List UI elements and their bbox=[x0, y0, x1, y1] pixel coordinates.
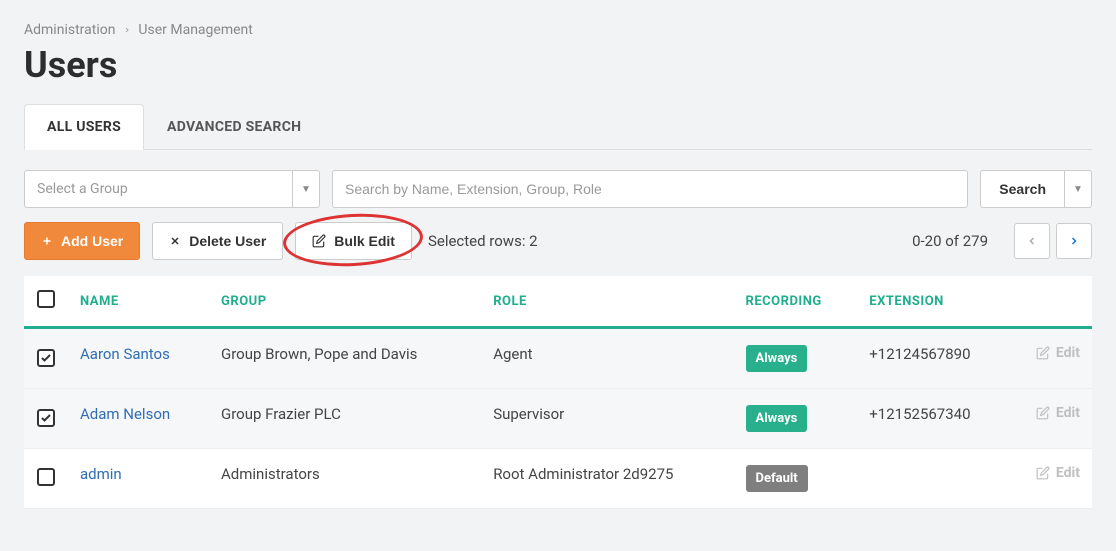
delete-user-label: Delete User bbox=[189, 233, 266, 249]
plus-icon bbox=[41, 235, 53, 247]
tab-all-users[interactable]: ALL USERS bbox=[24, 104, 144, 150]
user-role: Supervisor bbox=[481, 389, 733, 449]
user-group: Administrators bbox=[209, 449, 481, 509]
search-button[interactable]: Search bbox=[980, 170, 1064, 208]
add-user-button[interactable]: Add User bbox=[24, 222, 140, 260]
col-extension[interactable]: EXTENSION bbox=[857, 276, 1012, 328]
bulk-edit-label: Bulk Edit bbox=[334, 233, 395, 249]
edit-icon bbox=[1036, 466, 1050, 480]
search-dropdown-caret[interactable]: ▼ bbox=[1064, 170, 1092, 208]
tabs: ALL USERS ADVANCED SEARCH bbox=[24, 104, 1092, 150]
select-all-checkbox[interactable] bbox=[37, 290, 55, 308]
add-user-label: Add User bbox=[61, 233, 123, 249]
user-extension: +12124567890 bbox=[857, 328, 1012, 389]
col-group[interactable]: GROUP bbox=[209, 276, 481, 328]
tab-advanced-search[interactable]: ADVANCED SEARCH bbox=[144, 104, 324, 149]
edit-row-button[interactable]: Edit bbox=[1036, 465, 1080, 481]
user-group: Group Frazier PLC bbox=[209, 389, 481, 449]
user-group: Group Brown, Pope and Davis bbox=[209, 328, 481, 389]
bulk-edit-button[interactable]: Bulk Edit bbox=[295, 222, 412, 260]
row-checkbox[interactable] bbox=[37, 349, 55, 367]
edit-row-button[interactable]: Edit bbox=[1036, 345, 1080, 361]
page-title: Users bbox=[24, 44, 1092, 86]
breadcrumb-admin[interactable]: Administration bbox=[24, 22, 115, 38]
user-name-link[interactable]: Aaron Santos bbox=[80, 345, 170, 363]
table-row: Adam Nelson Group Frazier PLC Supervisor… bbox=[24, 389, 1092, 449]
caret-down-icon: ▼ bbox=[292, 170, 320, 208]
recording-badge: Default bbox=[746, 465, 808, 492]
row-checkbox[interactable] bbox=[37, 468, 55, 486]
group-select[interactable]: Select a Group ▼ bbox=[24, 170, 320, 208]
table-row: admin Administrators Root Administrator … bbox=[24, 449, 1092, 509]
edit-icon bbox=[1036, 346, 1050, 360]
user-name-link[interactable]: Adam Nelson bbox=[80, 405, 170, 423]
page-next-button[interactable] bbox=[1056, 223, 1092, 259]
user-table: NAME GROUP ROLE RECORDING EXTENSION Aaro… bbox=[24, 276, 1092, 509]
recording-badge: Always bbox=[746, 405, 808, 432]
x-icon bbox=[169, 235, 181, 247]
edit-icon bbox=[1036, 406, 1050, 420]
delete-user-button[interactable]: Delete User bbox=[152, 222, 283, 260]
col-name[interactable]: NAME bbox=[68, 276, 209, 328]
breadcrumb-user-mgmt[interactable]: User Management bbox=[138, 22, 252, 38]
table-row: Aaron Santos Group Brown, Pope and Davis… bbox=[24, 328, 1092, 389]
edit-icon bbox=[312, 234, 326, 248]
pagination-range: 0-20 of 279 bbox=[912, 232, 988, 250]
breadcrumb: Administration User Management bbox=[24, 22, 1092, 38]
col-role[interactable]: ROLE bbox=[481, 276, 733, 328]
page-prev-button[interactable] bbox=[1014, 223, 1050, 259]
recording-badge: Always bbox=[746, 345, 808, 372]
user-extension bbox=[857, 449, 1012, 509]
col-recording[interactable]: RECORDING bbox=[734, 276, 858, 328]
edit-row-button[interactable]: Edit bbox=[1036, 405, 1080, 421]
row-checkbox[interactable] bbox=[37, 409, 55, 427]
user-name-link[interactable]: admin bbox=[80, 465, 122, 483]
selected-rows-text: Selected rows: 2 bbox=[428, 232, 538, 250]
group-select-label: Select a Group bbox=[24, 170, 292, 208]
user-extension: +12152567340 bbox=[857, 389, 1012, 449]
search-input[interactable] bbox=[332, 170, 968, 208]
user-role: Agent bbox=[481, 328, 733, 389]
chevron-right-icon bbox=[123, 22, 134, 38]
user-role: Root Administrator 2d9275 bbox=[481, 449, 733, 509]
